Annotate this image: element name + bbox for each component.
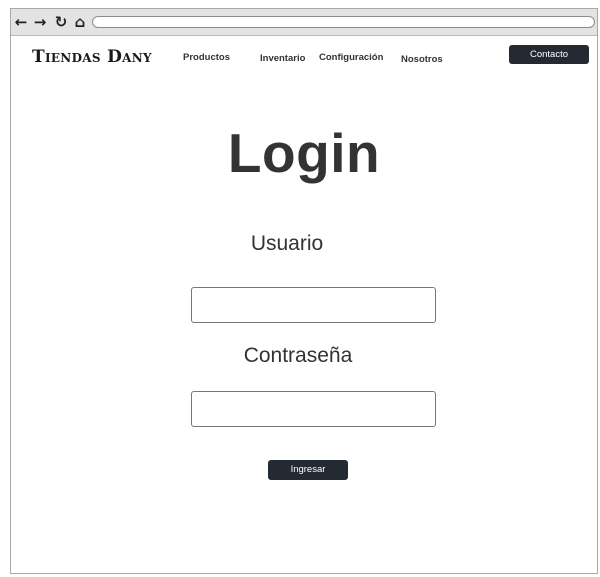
username-label: Usuario	[250, 232, 324, 255]
browser-toolbar: ← → ↻ ⌂	[11, 9, 597, 36]
nav-nosotros[interactable]: Nosotros	[401, 54, 443, 65]
arrow-right-icon[interactable]: →	[33, 14, 47, 30]
browser-window: ← → ↻ ⌂ Tiendas Dany Productos Inventari…	[10, 8, 598, 574]
nav-productos[interactable]: Productos	[183, 52, 230, 63]
password-label: Contraseña	[243, 344, 353, 367]
reload-icon[interactable]: ↻	[54, 14, 68, 30]
password-input[interactable]	[191, 391, 436, 427]
site-header: Tiendas Dany Productos Inventario Config…	[11, 37, 597, 77]
nav-configuracion[interactable]: Configuración	[319, 52, 383, 63]
home-icon[interactable]: ⌂	[73, 14, 87, 30]
contact-button[interactable]: Contacto	[509, 45, 589, 64]
submit-button[interactable]: Ingresar	[268, 460, 348, 480]
page-title: Login	[227, 122, 381, 184]
address-bar[interactable]	[92, 16, 595, 28]
nav-inventario[interactable]: Inventario	[260, 53, 305, 64]
arrow-left-icon[interactable]: ←	[14, 14, 28, 30]
brand-logo[interactable]: Tiendas Dany	[32, 47, 152, 67]
username-input[interactable]	[191, 287, 436, 323]
